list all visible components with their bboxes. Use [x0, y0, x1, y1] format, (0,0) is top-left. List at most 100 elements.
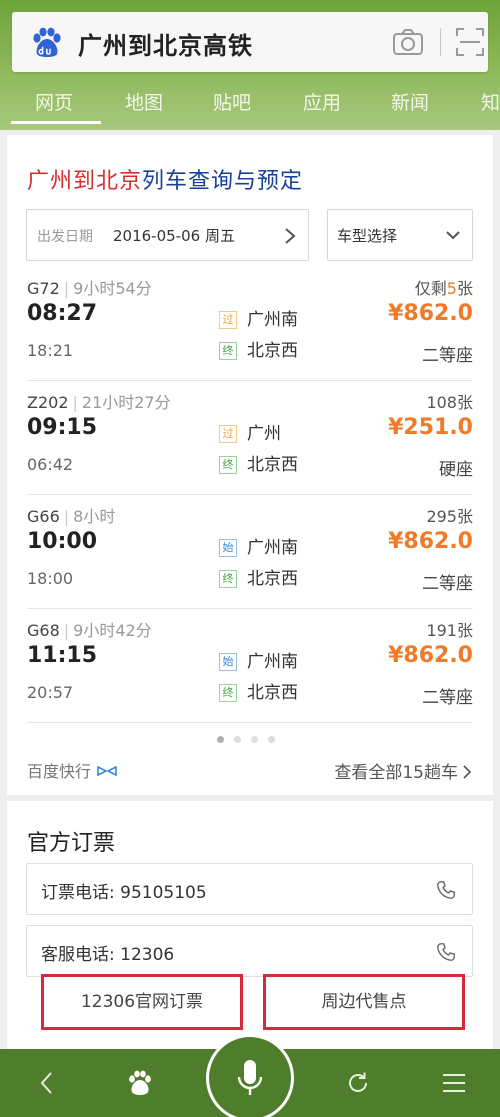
page-dot[interactable]: [268, 736, 275, 743]
tickets-left: 108张: [426, 393, 473, 412]
nearby-agents-button[interactable]: 周边代售点: [263, 974, 465, 1030]
departure-time: 10:00: [27, 529, 98, 554]
tickets-left: 191张: [426, 621, 473, 640]
to-station-name: 北京西: [247, 455, 298, 475]
seat-class: 二等座: [422, 574, 473, 594]
train-header: G72 | 9小时54分: [27, 275, 152, 299]
train-duration: 9小时42分: [73, 621, 152, 640]
arrival-time: 06:42: [27, 455, 74, 474]
category-tabs: 网页 地图 贴吧 应用 新闻 知: [0, 82, 500, 122]
service-phone-row[interactable]: 客服电话: 12306: [26, 925, 473, 977]
view-all-label: 查看全部15趟车: [334, 763, 458, 783]
train-duration: 9小时54分: [73, 279, 152, 298]
train-row[interactable]: Z202 | 21小时27分 09:15 06:42 过广州 终北京西 108张 ¥…: [27, 381, 473, 495]
card-title[interactable]: 广州到北京列车查询与预定: [27, 163, 303, 195]
ticket-price: ¥862.0: [388, 529, 473, 554]
tab-zhidao[interactable]: 知: [481, 88, 500, 115]
train-header: Z202 | 21小时27分: [27, 389, 171, 413]
section-title: 官方订票: [27, 831, 116, 856]
from-station: 始广州南: [219, 647, 298, 672]
tab-map[interactable]: 地图: [125, 88, 163, 115]
to-station: 终北京西: [219, 678, 298, 703]
to-station-name: 北京西: [247, 683, 298, 703]
from-station-name: 广州南: [247, 310, 298, 330]
train-type-select[interactable]: 车型选择: [327, 209, 473, 261]
train-row[interactable]: G72 | 9小时54分 08:27 18:21 过广州南 终北京西 仅剩5张 ¥8…: [27, 267, 473, 381]
to-station-name: 北京西: [247, 569, 298, 589]
tickets-count: 191: [426, 621, 457, 640]
divider: |: [63, 279, 70, 298]
divider: [440, 28, 441, 56]
departure-time: 09:15: [27, 415, 98, 440]
train-number: Z202: [27, 393, 69, 412]
pass-tag: 过: [219, 425, 237, 443]
page-dot[interactable]: [251, 736, 258, 743]
phone-icon[interactable]: [435, 879, 457, 901]
card-title-suffix: 列车查询与预定: [142, 169, 304, 194]
arrival-time: 20:57: [27, 683, 74, 702]
train-search-card: 广州到北京列车查询与预定 出发日期 2016-05-06 周五 车型选择 G72…: [7, 135, 493, 795]
train-header: G68 | 9小时42分: [27, 617, 152, 641]
card-title-route: 广州到北京: [27, 169, 143, 194]
booking-phone: 订票电话: 95105105: [41, 883, 207, 903]
tab-news[interactable]: 新闻: [391, 88, 429, 115]
divider: |: [72, 393, 78, 412]
train-row[interactable]: G66 | 8小时 10:00 18:00 始广州南 终北京西 295张 ¥862.…: [27, 495, 473, 609]
ticket-price: ¥862.0: [388, 643, 473, 668]
from-station: 过广州: [219, 419, 281, 444]
app-header: 广州到北京高铁 网页 地图 贴吧 应用 新闻 知: [0, 0, 500, 130]
search-query[interactable]: 广州到北京高铁: [78, 26, 253, 61]
to-station: 终北京西: [219, 336, 298, 361]
menu-icon[interactable]: [440, 1069, 468, 1097]
train-number: G68: [27, 621, 60, 640]
train-number: G72: [27, 279, 60, 298]
scan-icon[interactable]: [455, 27, 485, 57]
divider: |: [63, 507, 70, 526]
tab-tieba[interactable]: 贴吧: [213, 88, 251, 115]
microphone-icon: [237, 1060, 263, 1095]
baidu-paw-home-icon[interactable]: [126, 1069, 154, 1097]
camera-icon[interactable]: [392, 27, 424, 57]
back-icon[interactable]: [33, 1069, 61, 1097]
seat-class: 二等座: [422, 346, 473, 366]
departure-time: 11:15: [27, 643, 98, 668]
search-bar[interactable]: 广州到北京高铁: [12, 12, 488, 72]
train-row[interactable]: G68 | 9小时42分 11:15 20:57 始广州南 终北京西 191张 ¥8…: [27, 609, 473, 723]
chevron-down-icon: [446, 231, 460, 240]
train-header: G66 | 8小时: [27, 503, 115, 527]
from-station-name: 广州南: [247, 652, 298, 672]
page-dot-active[interactable]: [217, 736, 224, 743]
pass-tag: 过: [219, 311, 237, 329]
carousel-pagination[interactable]: [217, 736, 287, 746]
departure-time: 08:27: [27, 301, 98, 326]
chevron-right-icon: [285, 228, 296, 244]
to-station: 终北京西: [219, 564, 298, 589]
to-station: 终北京西: [219, 450, 298, 475]
seat-class: 二等座: [422, 688, 473, 708]
page-dot[interactable]: [234, 736, 241, 743]
arrival-time: 18:00: [27, 569, 74, 588]
refresh-icon[interactable]: [344, 1069, 372, 1097]
tab-apps[interactable]: 应用: [303, 88, 341, 115]
official-site-booking-button[interactable]: 12306官网订票: [41, 974, 243, 1030]
train-number: G66: [27, 507, 60, 526]
ticket-price: ¥862.0: [388, 301, 473, 326]
baidu-fast-travel[interactable]: 百度快行: [27, 758, 117, 782]
booking-phone-row[interactable]: 订票电话: 95105105: [26, 863, 473, 915]
phone-icon[interactable]: [435, 941, 457, 963]
arrival-time: 18:21: [27, 341, 74, 360]
tickets-left: 仅剩5张: [414, 279, 473, 298]
train-duration: 8小时: [73, 507, 116, 526]
fast-travel-label: 百度快行: [27, 762, 92, 781]
date-label: 出发日期: [37, 229, 93, 245]
date-value: 2016-05-06 周五: [113, 227, 235, 245]
origin-tag: 始: [219, 653, 237, 671]
departure-date-picker[interactable]: 出发日期 2016-05-06 周五: [26, 209, 309, 261]
train-duration: 21小时27分: [81, 393, 171, 412]
ticket-price: ¥251.0: [388, 415, 473, 440]
tab-web[interactable]: 网页: [35, 88, 73, 115]
voice-search-button[interactable]: [206, 1034, 294, 1117]
baidu-paw-logo-icon[interactable]: [30, 27, 64, 59]
terminal-tag: 终: [219, 570, 237, 588]
view-all-trains-link[interactable]: 查看全部15趟车: [334, 758, 472, 783]
